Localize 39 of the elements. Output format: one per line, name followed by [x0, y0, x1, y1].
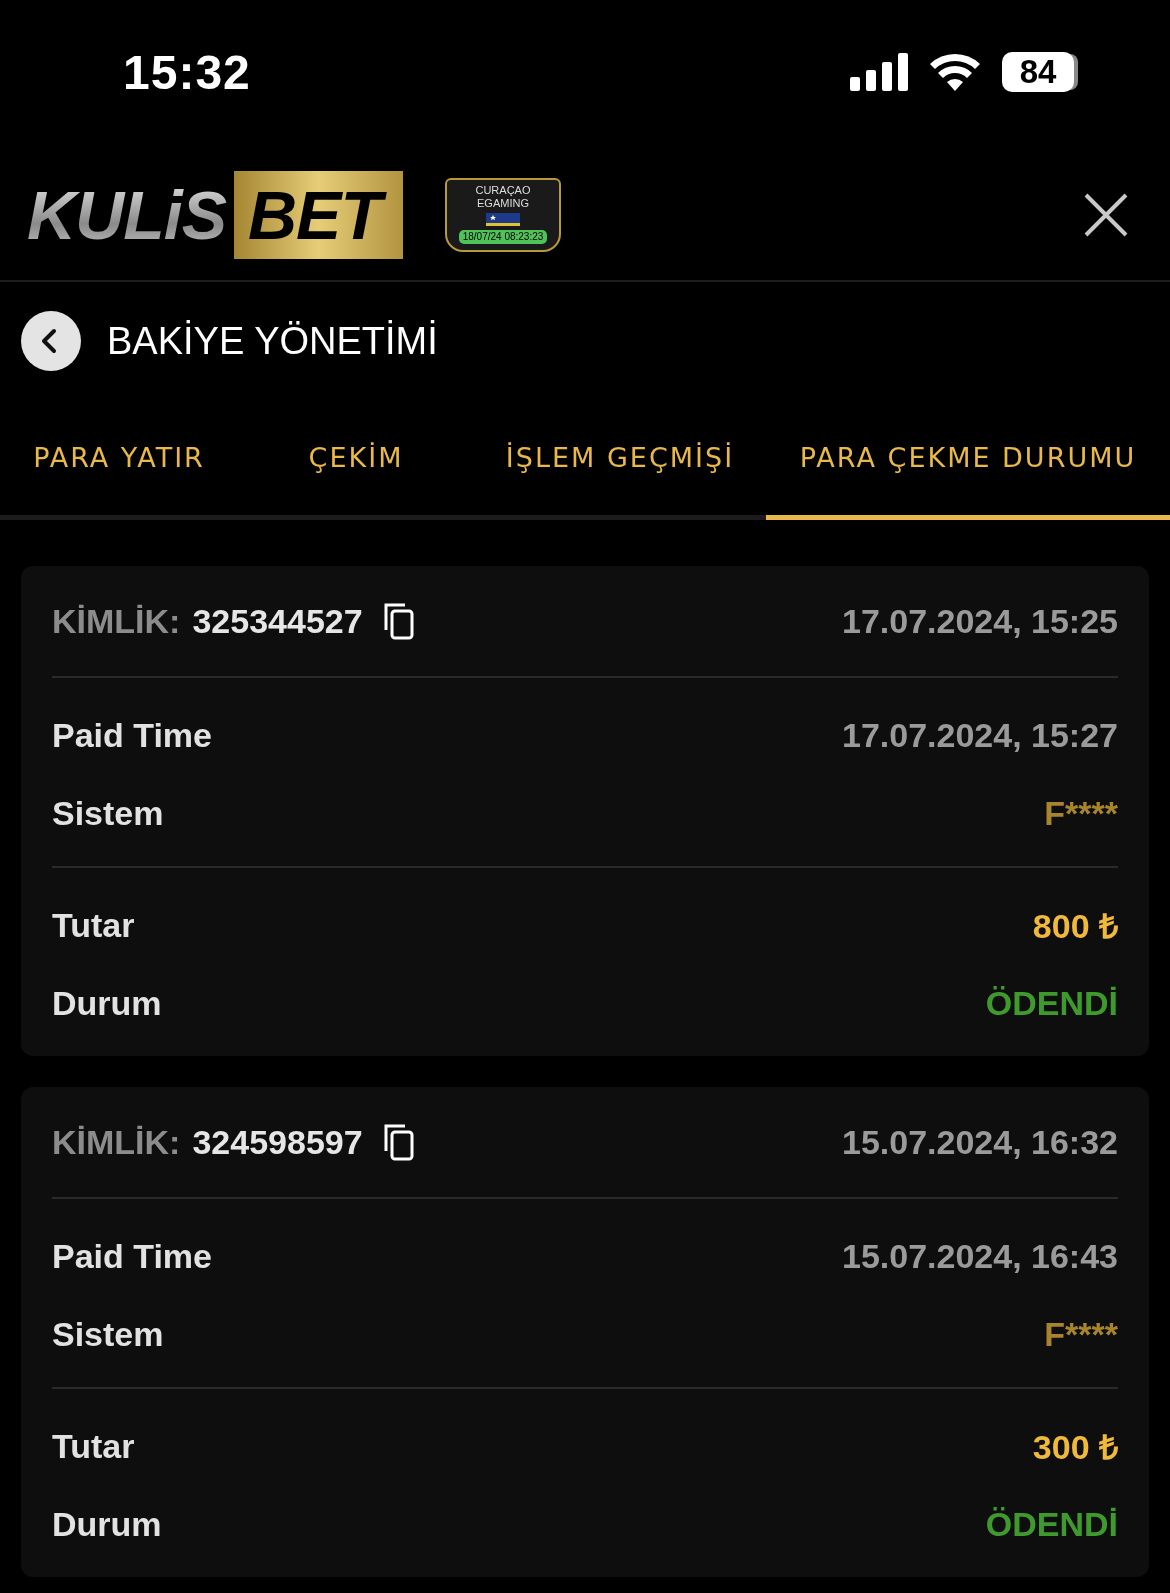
tab[interactable]: PARA YATIR: [0, 400, 238, 520]
back-button[interactable]: [21, 311, 81, 371]
time-value: 17.07.2024, 15:27: [841, 715, 1118, 755]
id-value: 325344527: [192, 601, 363, 641]
copy-icon[interactable]: [382, 1123, 415, 1161]
field-label: Tutar: [52, 905, 135, 945]
field-label: Paid Time: [52, 1236, 212, 1276]
battery-level: 84: [1019, 53, 1057, 91]
amount-value: 300 ₺: [1032, 1427, 1118, 1468]
brand-logo: KULiS BET: [21, 167, 425, 263]
chevron-left-icon: [39, 328, 59, 354]
id-value: 324598597: [192, 1122, 363, 1162]
flag-icon: [486, 213, 520, 227]
status-value: ÖDENDİ: [985, 1504, 1118, 1544]
wifi-icon: [930, 53, 980, 91]
field-label: Paid Time: [52, 715, 212, 755]
amount-value: 800 ₺: [1032, 906, 1118, 947]
date-text: 17.07.2024, 15:25: [841, 601, 1118, 641]
close-icon[interactable]: [1084, 193, 1128, 237]
system-value: F****: [1044, 793, 1118, 833]
page-title: BAKİYE YÖNETİMİ: [107, 319, 438, 363]
field-label: Sistem: [52, 1314, 164, 1354]
time-value: 15.07.2024, 16:43: [841, 1236, 1118, 1276]
id-label: KİMLİK:: [52, 1122, 181, 1162]
signal-icon: [850, 53, 908, 91]
field-label: Durum: [52, 983, 162, 1023]
tab[interactable]: PARA ÇEKME DURUMU: [766, 400, 1170, 520]
date-text: 15.07.2024, 16:32: [841, 1122, 1118, 1162]
field-label: Tutar: [52, 1426, 135, 1466]
field-label: Durum: [52, 1504, 162, 1544]
field-label: Sistem: [52, 793, 164, 833]
clock-time: 15:32: [123, 44, 251, 100]
system-value: F****: [1044, 1314, 1118, 1354]
id-label: KİMLİK:: [52, 601, 181, 641]
copy-icon[interactable]: [382, 602, 415, 640]
license-badge: CURAÇAO EGAMING 18/07/24 08:23:23: [445, 178, 561, 252]
status-value: ÖDENDİ: [985, 983, 1118, 1023]
tab[interactable]: İŞLEM GEÇMİŞİ: [474, 400, 766, 520]
tab[interactable]: ÇEKİM: [238, 400, 474, 520]
